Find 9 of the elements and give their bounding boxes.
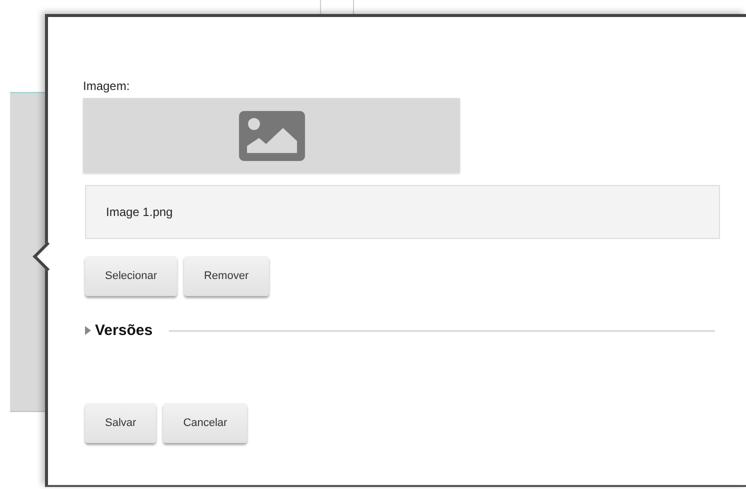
footer-button[interactable]: Salvar	[85, 403, 156, 443]
footer-button[interactable]: Cancelar	[163, 403, 248, 443]
caret-icon	[85, 326, 91, 335]
image-icon	[238, 110, 304, 160]
image-action-button[interactable]: Selecionar	[85, 256, 177, 296]
versions-toggle[interactable]: Versões	[85, 322, 153, 339]
image-action-button[interactable]: Remover	[184, 256, 269, 296]
field-label: Imagem:	[83, 79, 131, 93]
file-name-field[interactable]: Image 1.png	[85, 185, 720, 239]
